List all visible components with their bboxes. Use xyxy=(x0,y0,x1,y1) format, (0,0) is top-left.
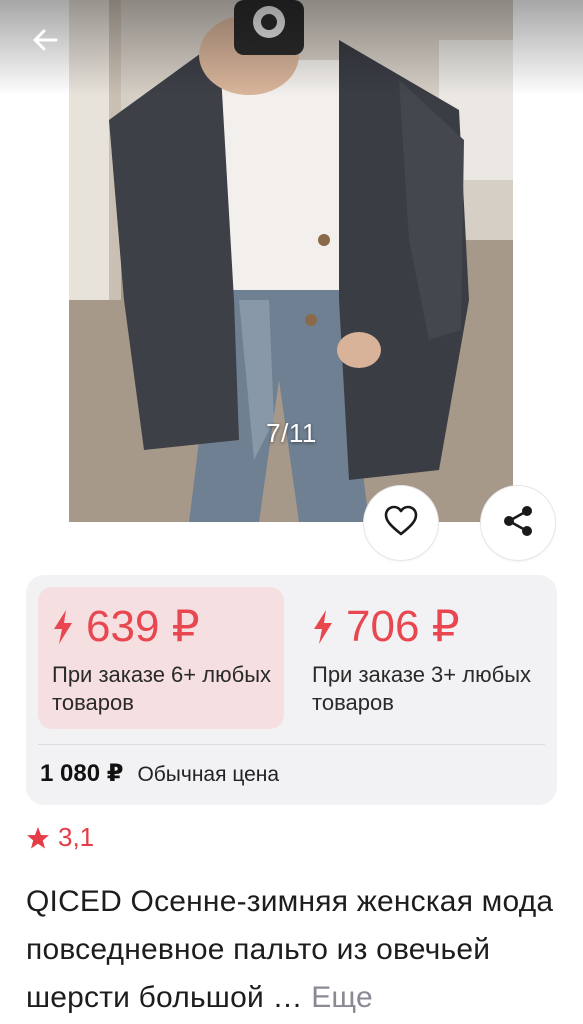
share-icon xyxy=(501,504,535,543)
product-image-gallery[interactable]: 7/11 xyxy=(0,0,583,522)
product-title-text: QICED Осенне-зимняя женская мода повседн… xyxy=(26,885,554,1014)
rating-value: 3,1 xyxy=(58,822,95,852)
offer-price-row: 639 ₽ xyxy=(52,601,284,653)
regular-price-label: Обычная цена xyxy=(137,763,280,786)
product-title: QICED Осенне-зимняя женская мода повседн… xyxy=(26,878,566,1022)
heart-icon xyxy=(384,505,418,542)
arrow-left-icon xyxy=(31,26,59,59)
divider xyxy=(38,744,545,745)
regular-price: 1 080 ₽ xyxy=(40,760,124,787)
lightning-icon xyxy=(312,610,334,644)
favorite-button[interactable] xyxy=(364,486,438,560)
back-button[interactable] xyxy=(18,20,72,64)
share-button[interactable] xyxy=(481,486,555,560)
offer-condition: При заказе 6+ любых товаров xyxy=(52,662,272,715)
product-rating[interactable]: 3,1 xyxy=(26,822,94,853)
show-more-link[interactable]: Еще xyxy=(311,981,373,1014)
offer-price-row: 706 ₽ xyxy=(312,601,544,653)
offer-price: 706 ₽ xyxy=(346,602,460,651)
price-card: 639 ₽ При заказе 6+ любых товаров 706 ₽ … xyxy=(26,575,557,805)
offer-condition: При заказе 3+ любых товаров xyxy=(312,662,532,715)
image-counter: 7/11 xyxy=(266,418,317,448)
bulk-offer-6plus[interactable]: 639 ₽ При заказе 6+ любых товаров xyxy=(38,587,284,729)
lightning-icon xyxy=(52,610,74,644)
regular-price-row: 1 080 ₽ Обычная цена xyxy=(40,759,279,788)
star-icon xyxy=(26,826,50,850)
offer-price: 639 ₽ xyxy=(86,602,200,651)
bulk-offer-3plus[interactable]: 706 ₽ При заказе 3+ любых товаров xyxy=(298,587,544,729)
